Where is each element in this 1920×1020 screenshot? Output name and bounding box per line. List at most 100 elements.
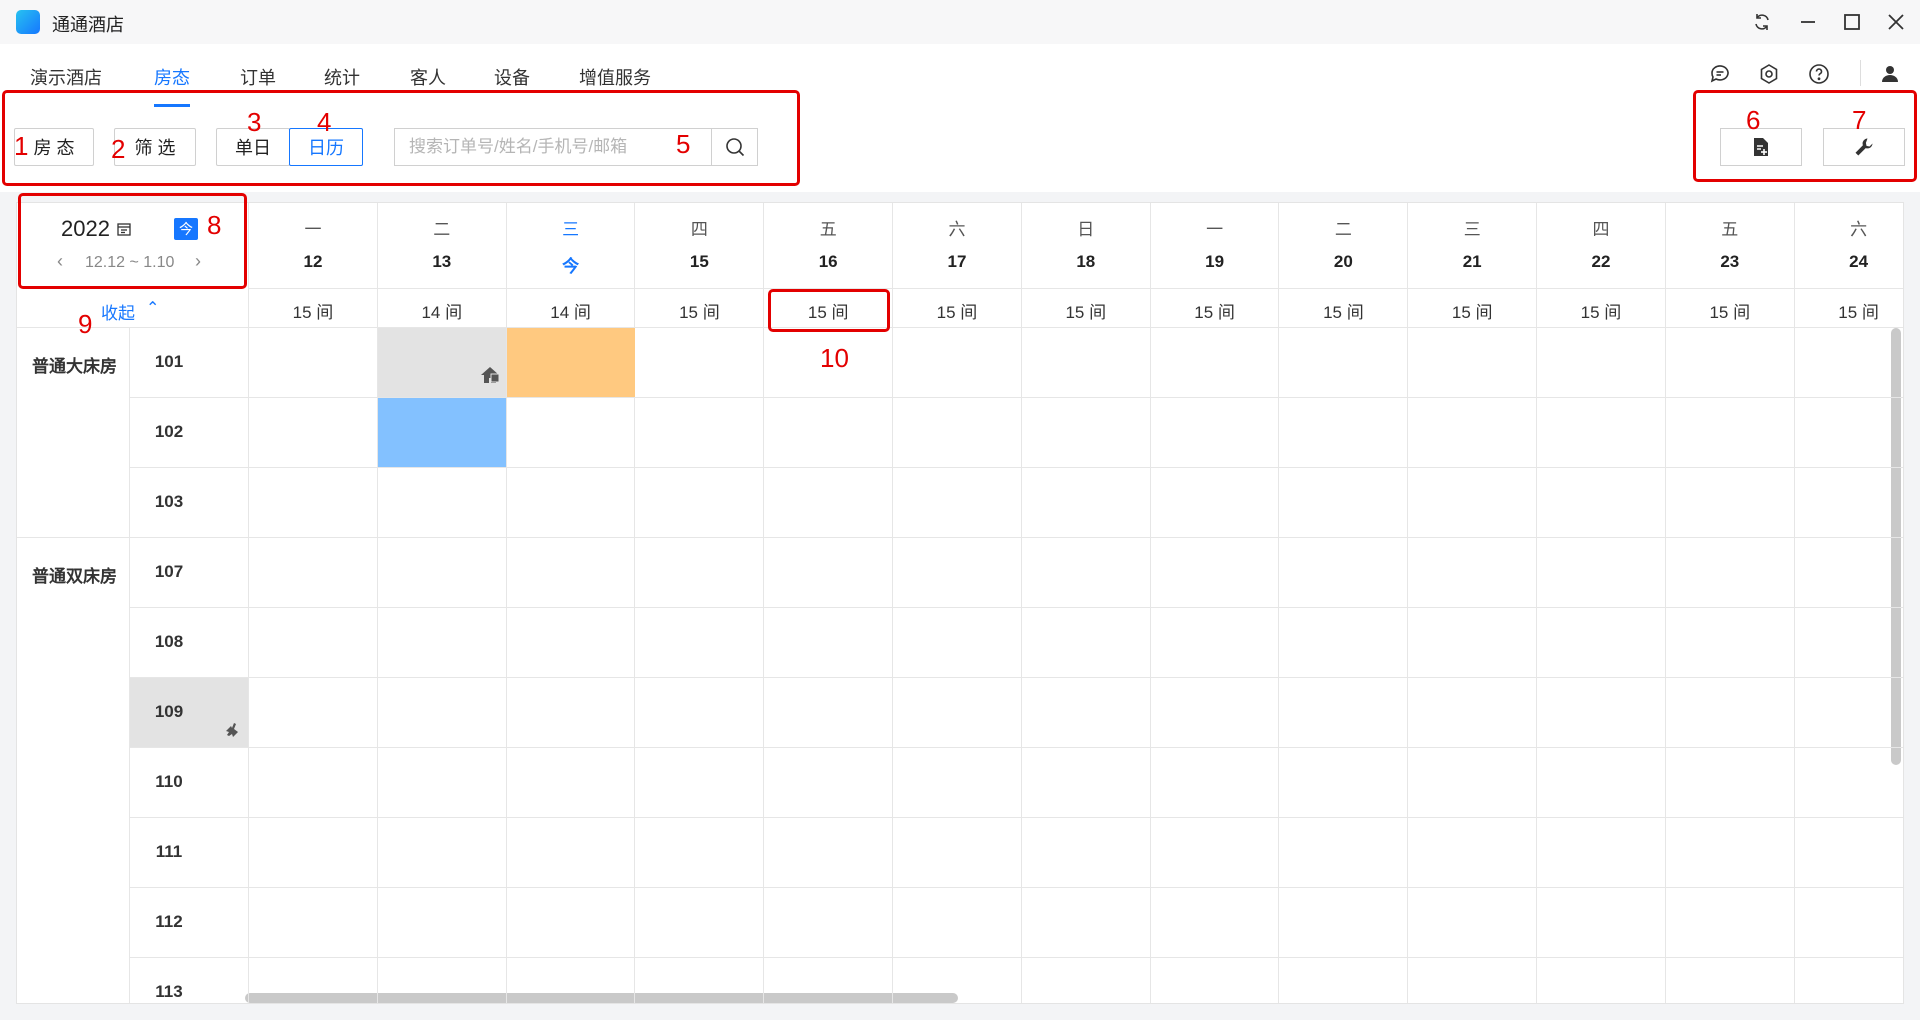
booking-block[interactable] [507,328,635,397]
available-room-count[interactable]: 15 间 [1537,298,1665,323]
annotation-label: 1 [14,131,29,161]
grid-line [1536,203,1537,1003]
app-title: 通通酒店 [52,15,124,35]
available-room-count[interactable]: 14 间 [507,298,635,323]
weekday-label: 三 [562,220,580,239]
room-calendar-grid: 2022 今 ‹ 12.12 ~ 1.10 › 收起 ⌃ 一 12 15 间二 13 1… [16,202,1904,1004]
room-number[interactable]: 103 [113,492,225,512]
date-label[interactable]: 19 [1151,252,1279,272]
tab-guests[interactable]: 客人 [410,64,446,90]
refresh-icon[interactable] [1748,8,1776,36]
grid-line [130,817,1903,818]
room-number[interactable]: 110 [113,772,225,792]
user-icon[interactable] [1878,62,1902,86]
weekday-label: 一 [304,220,322,239]
room-number[interactable]: 111 [113,842,225,862]
grid-line [248,203,249,1003]
grid-line [1150,203,1151,1003]
date-label[interactable]: 15 [635,252,763,272]
divider [1860,60,1861,86]
date-label[interactable]: 18 [1022,252,1150,272]
annotation-box-room-count [768,289,890,332]
available-room-count[interactable]: 15 间 [249,298,377,323]
annotation-label: 5 [676,129,691,159]
weekday-label: 一 [1206,220,1224,239]
annotation-label: 7 [1852,105,1867,135]
grid-line [1278,203,1279,1003]
weekday-label: 三 [1463,220,1481,239]
weekday-label: 六 [1850,220,1868,239]
room-number[interactable]: 107 [113,562,225,582]
chevron-up-icon[interactable]: ⌃ [146,298,159,318]
available-room-count[interactable]: 15 间 [635,298,763,323]
horizontal-scrollbar[interactable] [245,993,958,1003]
date-label[interactable]: 21 [1408,252,1536,272]
available-room-count[interactable]: 15 间 [1666,298,1794,323]
collapse-link[interactable]: 收起 [101,299,135,324]
tab-statistics[interactable]: 统计 [324,64,360,90]
broom-icon [225,722,241,743]
booking-block[interactable] [378,398,506,467]
settings-icon[interactable] [1757,62,1781,86]
available-room-count[interactable]: 14 间 [378,298,506,323]
grid-line [17,537,1903,538]
grid-line [130,607,1903,608]
message-icon[interactable] [1708,62,1732,86]
weekday-label: 二 [1334,220,1352,239]
annotation-label: 2 [111,134,126,164]
date-label[interactable]: 今 [507,252,635,277]
tab-devices[interactable]: 设备 [494,64,530,90]
date-label[interactable]: 23 [1666,252,1794,272]
weekday-label: 四 [1592,220,1610,239]
grid-line [1794,203,1795,1003]
maximize-icon[interactable] [1838,8,1866,36]
vertical-scrollbar[interactable] [1891,328,1901,765]
title-bar: 通通酒店 [0,0,1920,44]
grid-line [763,203,764,1003]
available-room-count[interactable]: 15 间 [1279,298,1407,323]
date-label[interactable]: 24 [1795,252,1903,272]
weekday-label: 五 [1721,220,1739,239]
date-label[interactable]: 17 [893,252,1021,272]
room-number[interactable]: 112 [113,912,225,932]
grid-line [17,327,1903,328]
available-room-count[interactable]: 15 间 [1408,298,1536,323]
room-number[interactable]: 102 [113,422,225,442]
room-number[interactable]: 108 [113,632,225,652]
room-number[interactable]: 113 [113,982,225,1002]
date-label[interactable]: 16 [764,252,892,272]
room-number[interactable]: 101 [113,352,225,372]
weekday-label: 二 [433,220,451,239]
tab-room-status[interactable]: 房态 [154,64,190,90]
available-room-count[interactable]: 15 间 [893,298,1021,323]
available-room-count[interactable]: 15 间 [1795,298,1903,323]
annotation-label: 10 [820,343,849,373]
available-room-count[interactable]: 15 间 [1151,298,1279,323]
grid-line [249,288,1903,289]
annotation-box-actions [1693,90,1917,182]
date-label[interactable]: 22 [1537,252,1665,272]
app-logo [16,10,40,34]
tab-orders[interactable]: 订单 [240,64,276,90]
grid-line [130,887,1903,888]
help-icon[interactable] [1807,62,1831,86]
close-icon[interactable] [1882,8,1910,36]
date-label[interactable]: 12 [249,252,377,272]
room-type-label: 普通双床房 [32,567,117,586]
grid-line [130,747,1903,748]
available-room-count[interactable]: 15 间 [1022,298,1150,323]
grid-line [1407,203,1408,1003]
annotation-box-date-nav [18,193,247,289]
tab-value-added[interactable]: 增值服务 [579,64,651,90]
grid-line [130,467,1903,468]
date-label[interactable]: 13 [378,252,506,272]
grid-line [506,203,507,1003]
booking-block[interactable] [378,328,506,397]
minimize-icon[interactable] [1794,8,1822,36]
date-label[interactable]: 20 [1279,252,1407,272]
weekday-label: 日 [1077,220,1095,239]
grid-line [1665,203,1666,1003]
grid-line [1021,203,1022,1003]
tab-hotel[interactable]: 演示酒店 [30,64,102,90]
room-number[interactable]: 109 [113,702,225,722]
